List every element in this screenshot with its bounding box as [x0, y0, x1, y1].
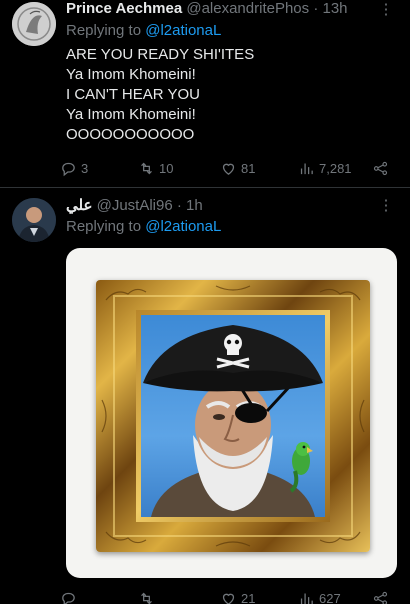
tweet-image[interactable] — [66, 248, 397, 578]
replying-to-label: Replying to — [66, 22, 146, 39]
like-button[interactable]: 81 — [220, 158, 255, 178]
display-name[interactable]: Prince Aechmea — [66, 0, 182, 17]
inner-frame — [136, 310, 330, 522]
action-bar: 21 627 — [60, 588, 400, 604]
display-name[interactable]: علي — [66, 197, 92, 214]
like-button[interactable]: 21 — [220, 588, 255, 604]
view-count: 627 — [319, 590, 341, 604]
tweet[interactable]: Prince Aechmea @alexandritePhos · 13h ⋮ … — [0, 0, 410, 188]
retweet-button[interactable]: 10 — [138, 158, 173, 178]
action-bar: 3 10 81 7,281 — [60, 158, 400, 178]
replying-to-label: Replying to — [66, 218, 146, 235]
views-icon — [300, 163, 313, 174]
views-button[interactable]: 7,281 — [298, 158, 352, 178]
avatar[interactable] — [12, 198, 56, 242]
timestamp[interactable]: · 1h — [177, 197, 203, 214]
replying-to: Replying to @l2ationaL — [66, 218, 221, 235]
replying-to: Replying to @l2ationaL — [66, 22, 221, 39]
avatar[interactable] — [12, 2, 56, 46]
timestamp[interactable]: · 13h — [313, 0, 347, 17]
tweet[interactable]: علي @JustAli96 · 1h ⋮ Replying to @l2ati… — [0, 188, 410, 604]
share-button[interactable] — [372, 158, 389, 178]
tweet-line: ARE YOU READY SHI'ITES — [66, 46, 255, 63]
tweet-line: Ya Imom Khomeini! — [66, 66, 196, 83]
replying-to-handle[interactable]: @l2ationaL — [145, 22, 221, 39]
replying-to-handle[interactable]: @l2ationaL — [145, 218, 221, 235]
like-icon — [222, 593, 235, 604]
reply-button[interactable] — [60, 588, 81, 604]
reply-button[interactable]: 3 — [60, 158, 88, 178]
share-button[interactable] — [372, 588, 389, 604]
tweet-line: OOOOOOOOOOO — [66, 126, 195, 143]
views-icon — [300, 593, 313, 604]
more-icon[interactable]: ⋮ — [376, 0, 396, 20]
reply-icon — [62, 162, 75, 176]
retweet-button[interactable] — [138, 588, 159, 604]
user-handle[interactable]: @alexandritePhos — [186, 0, 309, 17]
tweet-header: Prince Aechmea @alexandritePhos · 13h — [66, 0, 370, 20]
retweet-icon — [141, 592, 152, 604]
views-button[interactable]: 627 — [298, 588, 341, 604]
reply-icon — [62, 592, 75, 604]
retweet-count: 10 — [159, 160, 174, 176]
tweet-text: ARE YOU READY SHI'ITES Ya Imom Khomeini!… — [66, 45, 254, 145]
more-icon[interactable]: ⋮ — [376, 196, 396, 216]
tweet-line: Ya Imom Khomeini! — [66, 106, 196, 123]
tweet-line: I CAN'T HEAR YOU — [66, 86, 201, 103]
tweet-header: علي @JustAli96 · 1h — [66, 196, 370, 216]
user-handle[interactable]: @JustAli96 — [97, 197, 173, 214]
reply-count: 3 — [81, 160, 89, 176]
portrait — [141, 315, 325, 517]
like-count: 81 — [241, 160, 256, 176]
view-count: 7,281 — [319, 160, 352, 176]
gold-frame — [96, 280, 370, 552]
like-count: 21 — [241, 590, 256, 604]
share-icon — [373, 591, 388, 604]
share-icon — [373, 161, 388, 175]
like-icon — [222, 163, 235, 175]
retweet-icon — [141, 162, 152, 174]
